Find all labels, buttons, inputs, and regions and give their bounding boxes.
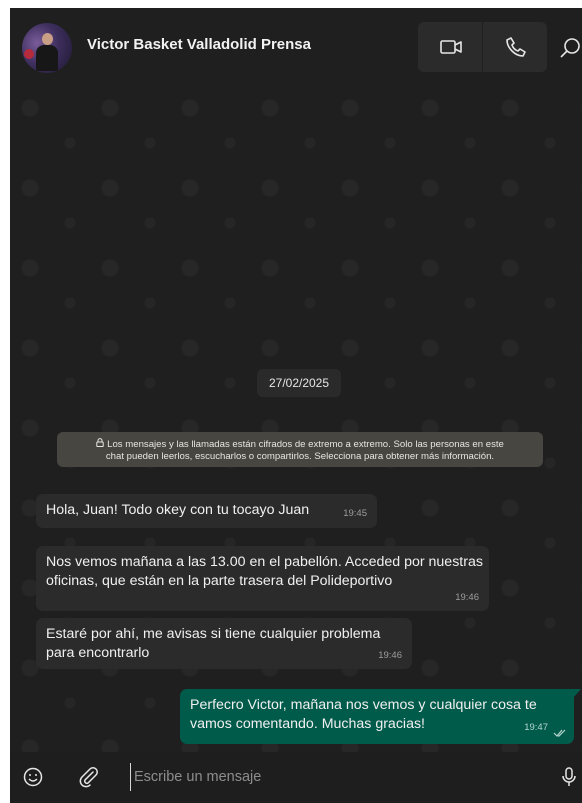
search-icon (560, 38, 580, 58)
contact-avatar[interactable] (22, 23, 72, 73)
double-check-icon (553, 729, 566, 737)
avatar-detail (36, 45, 58, 71)
message-time: 19:46 (378, 650, 402, 661)
encryption-notice-line: Los mensajes y las llamadas están cifrad… (107, 439, 504, 450)
message-text: Perfecro Victor, mañana nos vemos y cual… (190, 697, 537, 732)
chat-window: Victor Basket Valladolid Prensa 27/02/20… (10, 8, 582, 803)
message-text: Hola, Juan! Todo okey con tu tocayo Juan (46, 502, 310, 518)
message-time: 19:46 (455, 592, 479, 603)
message-time: 19:47 (524, 722, 548, 733)
voice-call-button[interactable] (503, 34, 529, 60)
message-input[interactable] (130, 763, 530, 791)
message-time: 19:45 (343, 508, 367, 519)
emoji-icon (23, 767, 43, 787)
message-outgoing[interactable]: Perfecro Victor, mañana nos vemos y cual… (180, 689, 581, 744)
message-incoming[interactable]: Nos vemos mañana a las 13.00 en el pabel… (36, 546, 489, 611)
encryption-notice-line: chat pueden leerlos, escucharlos o compa… (105, 450, 495, 462)
avatar-detail (42, 33, 53, 45)
phone-icon (506, 37, 526, 57)
message-incoming[interactable]: Hola, Juan! Todo okey con tu tocayo Juan… (36, 494, 377, 528)
encryption-notice[interactable]: Los mensajes y las llamadas están cifrad… (57, 432, 543, 467)
divider (482, 22, 483, 72)
avatar-detail (24, 49, 34, 59)
call-button-group (418, 22, 547, 72)
paperclip-icon (79, 767, 98, 788)
emoji-button[interactable] (22, 766, 44, 788)
message-incoming[interactable]: Estaré por ahí, me avisas si tiene cualq… (36, 618, 412, 669)
microphone-icon (562, 767, 576, 786)
message-composer (10, 752, 582, 803)
date-separator: 27/02/2025 (257, 369, 341, 397)
video-call-button[interactable] (438, 34, 464, 60)
attach-button[interactable] (78, 766, 100, 788)
voice-message-button[interactable] (558, 766, 580, 788)
message-text: Estaré por ahí, me avisas si tiene cualq… (46, 626, 381, 661)
chat-wallpaper (10, 8, 582, 803)
search-button[interactable] (558, 36, 582, 60)
chat-title[interactable]: Victor Basket Valladolid Prensa (87, 36, 311, 53)
message-text: Nos vemos mañana a las 13.00 en el pabel… (46, 554, 483, 589)
chat-header: Victor Basket Valladolid Prensa (10, 8, 582, 90)
video-camera-icon (440, 40, 462, 54)
lock-icon (96, 438, 104, 451)
